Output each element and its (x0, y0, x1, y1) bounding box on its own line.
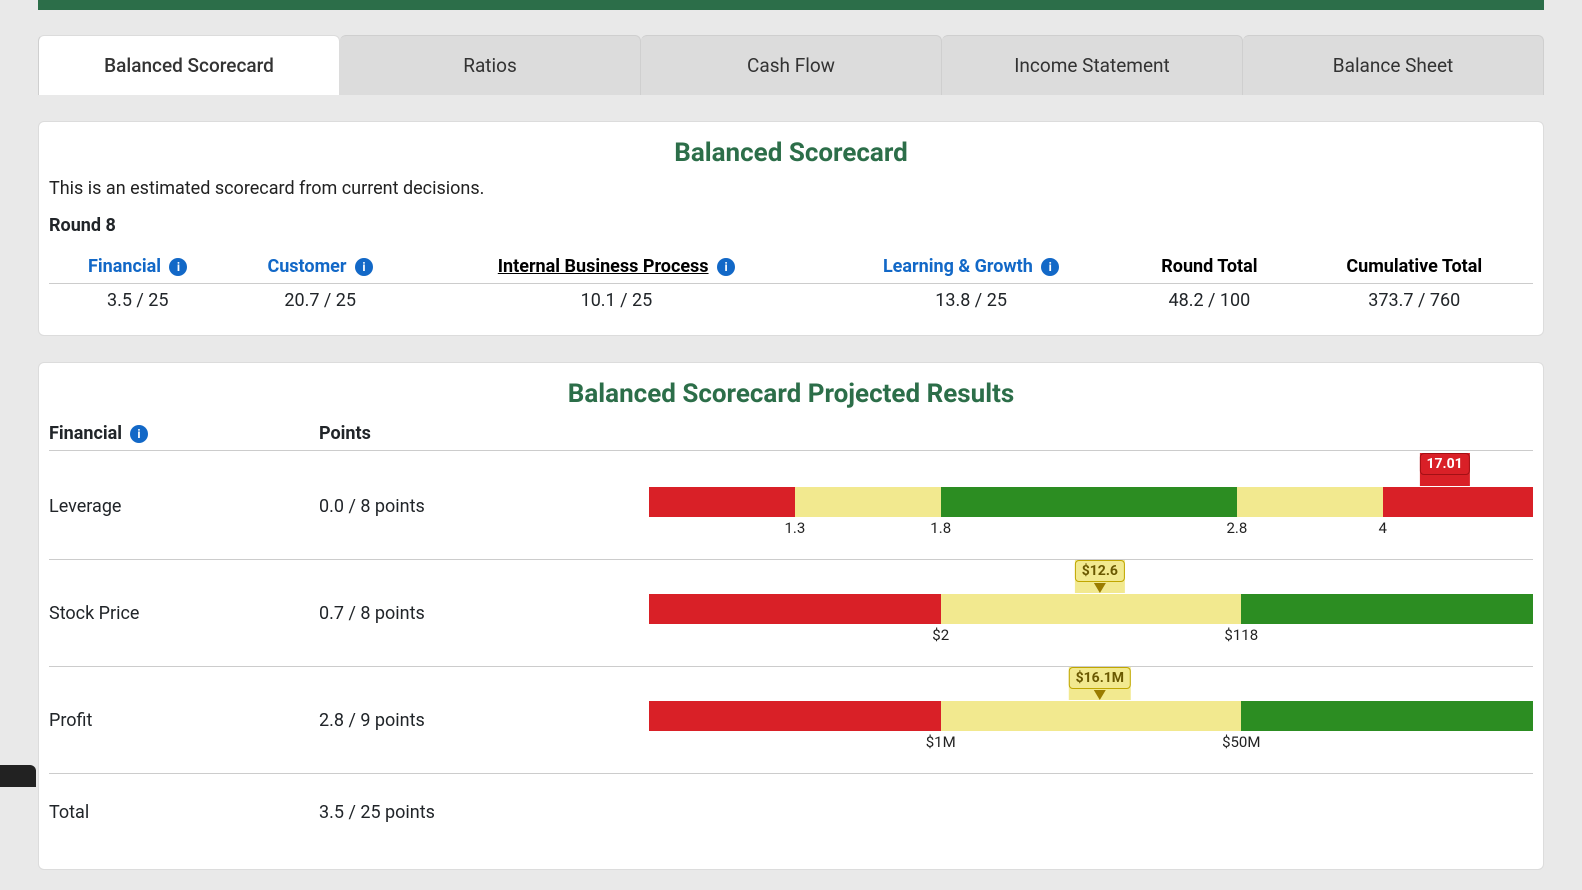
threshold-tick: $50M (1222, 733, 1260, 751)
bar-segment-green (1241, 701, 1533, 731)
info-icon[interactable]: i (1041, 258, 1059, 276)
bar-segment-yellow (941, 701, 1242, 731)
proj-row-profit: Profit 2.8 / 9 points $16.1M $1M $50M (49, 667, 1533, 774)
cell-customer: 20.7 / 25 (226, 284, 413, 318)
bar-segment-red (649, 701, 941, 731)
round-label: Round 8 (49, 215, 1533, 236)
projected-header-row: Financial i Points (49, 419, 1533, 451)
bar-segment-yellow (1237, 487, 1383, 517)
threshold-tick: 2.8 (1226, 519, 1247, 537)
metric-name: Stock Price (49, 575, 319, 652)
value-marker: 17.01 (1419, 453, 1469, 486)
threshold-labels: 1.3 1.8 2.8 4 (649, 519, 1533, 537)
threshold-tick: $1M (926, 733, 956, 751)
metric-points: 0.7 / 8 points (319, 603, 649, 624)
range-bar (649, 594, 1533, 624)
info-icon[interactable]: i (717, 258, 735, 276)
marker-label: 17.01 (1419, 453, 1469, 475)
tabs: Balanced Scorecard Ratios Cash Flow Inco… (38, 35, 1544, 95)
metric-name: Total (49, 774, 319, 851)
value-marker: $16.1M (1069, 667, 1131, 700)
threshold-tick: 1.3 (784, 519, 805, 537)
arrow-down-icon (1094, 583, 1106, 593)
score-row: 3.5 / 25 20.7 / 25 10.1 / 25 13.8 / 25 4… (49, 284, 1533, 318)
metric-points: 2.8 / 9 points (319, 710, 649, 731)
arrow-down-icon (1094, 690, 1106, 700)
scorecard-summary-panel: Balanced Scorecard This is an estimated … (38, 121, 1544, 336)
threshold-labels: $1M $50M (649, 733, 1533, 751)
col-cumulative-total-header: Cumulative Total (1346, 256, 1482, 277)
threshold-tick: 1.8 (930, 519, 951, 537)
marker-label: $12.6 (1075, 560, 1125, 582)
range-indicator: $12.6 $2 $118 (649, 560, 1533, 666)
tab-income-statement[interactable]: Income Statement (942, 35, 1243, 95)
cell-internal: 10.1 / 25 (414, 284, 819, 318)
col-financial-header[interactable]: Financial (88, 256, 161, 277)
threshold-tick: 4 (1379, 519, 1387, 537)
cell-round-total: 48.2 / 100 (1123, 284, 1295, 318)
score-table: Financial i Customer i Internal Business… (49, 250, 1533, 317)
threshold-labels: $2 $118 (649, 626, 1533, 644)
scorecard-title: Balanced Scorecard (49, 138, 1533, 168)
bar-segment-yellow (795, 487, 941, 517)
projected-title: Balanced Scorecard Projected Results (49, 379, 1533, 409)
bar-segment-green (1241, 594, 1533, 624)
info-icon[interactable]: i (355, 258, 373, 276)
bar-segment-red (649, 594, 941, 624)
proj-row-leverage: Leverage 0.0 / 8 points 17.01 1.3 1.8 2.8 4 (49, 453, 1533, 560)
bar-segment-red (1383, 487, 1533, 517)
scorecard-subtext: This is an estimated scorecard from curr… (49, 178, 1533, 199)
tab-cash-flow[interactable]: Cash Flow (641, 35, 942, 95)
proj-row-stock-price: Stock Price 0.7 / 8 points $12.6 $2 $118 (49, 560, 1533, 667)
threshold-tick: $2 (932, 626, 949, 644)
col-round-total-header: Round Total (1161, 256, 1257, 277)
range-bar (649, 701, 1533, 731)
bar-segment-green (941, 487, 1237, 517)
top-bar (38, 0, 1544, 10)
col-internal-header[interactable]: Internal Business Process (498, 256, 709, 277)
category-header: Financial (49, 423, 122, 444)
proj-row-total: Total 3.5 / 25 points (49, 774, 1533, 851)
value-marker: $12.6 (1075, 560, 1125, 593)
metric-points: 0.0 / 8 points (319, 496, 649, 517)
metric-points: 3.5 / 25 points (319, 802, 649, 823)
range-indicator: $16.1M $1M $50M (649, 667, 1533, 773)
cell-financial: 3.5 / 25 (49, 284, 226, 318)
threshold-tick: $118 (1224, 626, 1258, 644)
bar-segment-red (649, 487, 795, 517)
info-icon[interactable]: i (169, 258, 187, 276)
cell-cumulative-total: 373.7 / 760 (1296, 284, 1534, 318)
bar-segment-yellow (941, 594, 1242, 624)
feedback-stub[interactable] (0, 765, 36, 787)
marker-label: $16.1M (1069, 667, 1131, 689)
metric-name: Profit (49, 682, 319, 759)
range-indicator: 17.01 1.3 1.8 2.8 4 (649, 453, 1533, 559)
tab-balance-sheet[interactable]: Balance Sheet (1243, 35, 1544, 95)
tab-ratios[interactable]: Ratios (340, 35, 641, 95)
projected-results-panel: Balanced Scorecard Projected Results Fin… (38, 362, 1544, 870)
info-icon[interactable]: i (130, 425, 148, 443)
range-bar (649, 487, 1533, 517)
points-header: Points (319, 423, 649, 444)
arrow-down-icon (1439, 476, 1451, 486)
cell-learning: 13.8 / 25 (819, 284, 1123, 318)
metric-name: Leverage (49, 468, 319, 545)
tab-balanced-scorecard[interactable]: Balanced Scorecard (38, 35, 340, 95)
col-learning-header[interactable]: Learning & Growth (883, 256, 1033, 277)
col-customer-header[interactable]: Customer (267, 256, 346, 277)
main-container: Balanced Scorecard Ratios Cash Flow Inco… (0, 35, 1582, 890)
